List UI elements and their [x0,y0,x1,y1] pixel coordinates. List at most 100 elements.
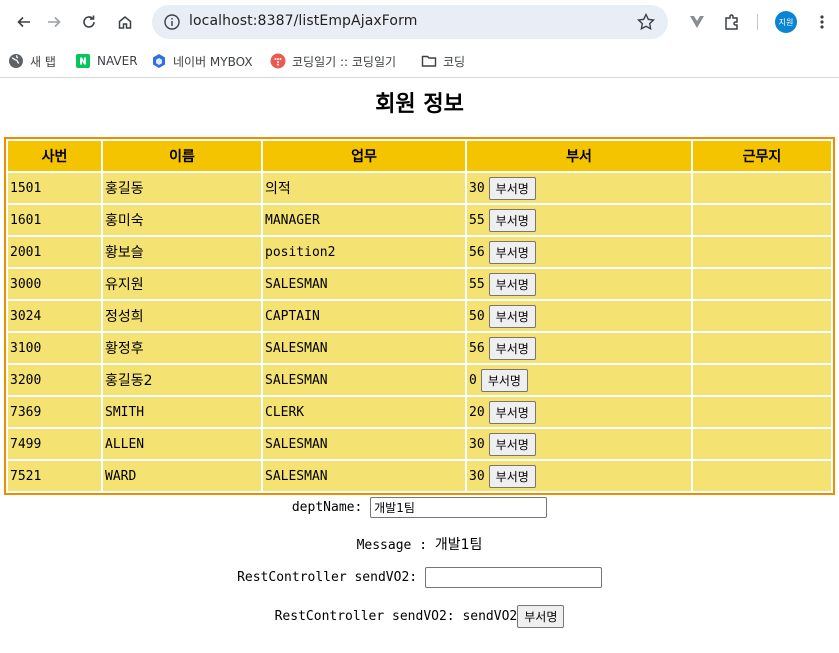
cell-dept: 56 부서명 [467,333,691,363]
site-info-icon[interactable] [162,12,182,32]
dept-name-button[interactable]: 부서명 [488,400,536,424]
bookmark-coding-diary[interactable]: 코딩일기 :: 코딩일기 [270,51,396,71]
cell-empno: 7369 [8,397,101,427]
table-row: 7499 ALLEN SALESMAN 30 부서명 [8,429,831,459]
cell-job: SALESMAN [263,429,465,459]
menu-icon[interactable] [810,10,834,34]
dept-number: 30 [469,180,485,196]
dept-name-input[interactable] [370,497,548,518]
cell-job: position2 [263,237,465,267]
dept-name-button[interactable]: 부서명 [488,272,536,296]
vue-devtools-icon[interactable] [685,10,709,34]
cell-dept: 20 부서명 [467,397,691,427]
table-row: 2001 황보슬 position2 56 부서명 [8,237,831,267]
cell-empno: 3200 [8,365,101,395]
back-icon[interactable] [12,10,36,34]
dept-name-button[interactable]: 부서명 [488,176,536,200]
cell-name: 유지원 [103,269,261,299]
extensions-icon[interactable] [720,10,744,34]
cell-job: SALESMAN [263,333,465,363]
cell-name: 황보슬 [103,237,261,267]
address-bar[interactable]: localhost:8387/listEmpAjaxForm [152,5,668,39]
cell-location [693,173,831,203]
toolbar-separator [757,14,758,30]
cell-empno: 3024 [8,301,101,331]
cell-name: 황정후 [103,333,261,363]
profile-avatar[interactable]: 지원 [775,11,797,33]
cell-empno: 1601 [8,205,101,235]
bookmark-star-icon[interactable] [636,12,656,32]
bookmark-label: NAVER [97,54,138,68]
mybox-icon [151,53,167,69]
bookmark-label: 코딩 [443,54,466,69]
dept-name-button[interactable]: 부서명 [488,304,536,328]
reload-icon[interactable] [77,10,101,34]
cell-name: 홍길동2 [103,365,261,395]
cell-job: SALESMAN [263,269,465,299]
cell-dept: 50 부서명 [467,301,691,331]
cell-empno: 3100 [8,333,101,363]
cell-empno: 7521 [8,461,101,491]
cell-dept: 0 부서명 [467,365,691,395]
cell-dept: 30 부서명 [467,429,691,459]
sendvo2-input[interactable] [424,567,602,588]
cell-dept: 55 부서명 [467,205,691,235]
table-header-row: 사번 이름 업무 부서 근무지 [8,141,831,171]
cell-job: MANAGER [263,205,465,235]
cell-dept: 55 부서명 [467,269,691,299]
sendvo2-result-label: RestController sendVO2: sendVO2 [274,609,518,624]
dept-number: 30 [469,468,485,484]
page-title: 회원 정보 [375,92,464,117]
cell-name: SMITH [103,397,261,427]
cell-name: ALLEN [103,429,261,459]
url-text[interactable]: localhost:8387/listEmpAjaxForm [189,13,417,29]
dept-number: 50 [469,308,485,324]
table-row: 7521 WARD SALESMAN 30 부서명 [8,461,831,491]
cell-location [693,237,831,267]
bookmark-folder-coding[interactable]: 코딩 [421,51,465,71]
cell-location [693,461,831,491]
dept-number: 30 [469,436,485,452]
cell-location [693,397,831,427]
header-empno: 사번 [8,141,101,171]
cell-empno: 1501 [8,173,101,203]
dept-name-button[interactable]: 부서명 [488,432,536,456]
cell-name: 홍길동 [103,173,261,203]
cell-location [693,301,831,331]
cell-name: WARD [103,461,261,491]
dept-number: 56 [469,340,485,356]
dept-name-button[interactable]: 부서명 [488,208,536,232]
cell-job: SALESMAN [263,461,465,491]
dept-number: 20 [469,404,485,420]
dept-name-button[interactable]: 부서명 [480,368,528,392]
sendvo2-dept-button[interactable]: 부서명 [517,605,565,628]
cell-job: SALESMAN [263,365,465,395]
header-job: 업무 [263,141,465,171]
bookmark-new-tab[interactable]: 새 탭 [8,51,56,71]
browser-toolbar: localhost:8387/listEmpAjaxForm 지원 [0,0,839,44]
dept-name-label: deptName: [291,500,363,515]
bookmark-naver[interactable]: NAVER [75,51,138,71]
table-row: 3024 정성희 CAPTAIN 50 부서명 [8,301,831,331]
tistory-icon [270,53,286,69]
cell-empno: 7499 [8,429,101,459]
dept-name-button[interactable]: 부서명 [488,464,536,488]
cell-dept: 30 부서명 [467,173,691,203]
table-row: 3200 홍길동2 SALESMAN 0 부서명 [8,365,831,395]
table-row: 1601 홍미숙 MANAGER 55 부서명 [8,205,831,235]
cell-location [693,333,831,363]
sendvo2-input-label: RestController sendVO2: [237,570,418,585]
dept-name-button[interactable]: 부서명 [488,336,536,360]
cell-empno: 3000 [8,269,101,299]
cell-job: 의적 [263,173,465,203]
dept-name-button[interactable]: 부서명 [488,240,536,264]
home-icon[interactable] [113,10,137,34]
forward-icon[interactable] [42,10,66,34]
bookmark-naver-mybox[interactable]: 네이버 MYBOX [151,51,253,71]
cell-location [693,429,831,459]
header-name: 이름 [103,141,261,171]
cell-dept: 56 부서명 [467,237,691,267]
sendvo2-input-row: RestController sendVO2: [0,567,839,588]
dept-number: 55 [469,276,485,292]
dept-number: 55 [469,212,485,228]
